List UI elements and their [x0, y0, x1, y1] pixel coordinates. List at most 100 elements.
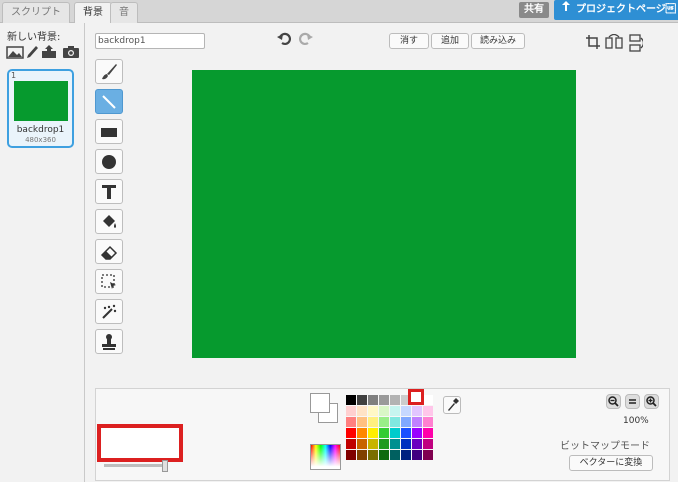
flip-horizontal-icon[interactable]: [605, 33, 623, 50]
project-page-label: プロジェクトページ: [576, 4, 676, 15]
text-icon: [102, 184, 116, 199]
color-swatches[interactable]: [310, 393, 338, 423]
fill-icon: [103, 214, 116, 228]
color-panel: 100% ビットマップモード ベクターに変換: [95, 388, 670, 481]
palette-color-cell[interactable]: [346, 428, 356, 438]
color-spectrum-button[interactable]: [310, 444, 341, 470]
upload-icon[interactable]: [41, 45, 59, 59]
palette-color-cell[interactable]: [346, 395, 356, 405]
palette-color-cell[interactable]: [368, 450, 378, 460]
fill-tool[interactable]: [95, 209, 123, 234]
project-page-button[interactable]: プロジェクトページ: [554, 0, 678, 20]
bitmap-mode-label: ビットマップモード: [560, 441, 650, 452]
eraser-tool[interactable]: [95, 239, 123, 264]
stamp-tool[interactable]: [95, 329, 123, 354]
flip-vertical-icon[interactable]: [627, 34, 645, 52]
palette-color-cell[interactable]: [357, 417, 367, 427]
line-icon: [102, 94, 116, 109]
paint-editor: 消す 追加 読み込み: [85, 23, 678, 482]
rectangle-tool[interactable]: [95, 119, 123, 144]
palette-color-cell[interactable]: [357, 450, 367, 460]
add-button[interactable]: 追加: [431, 33, 469, 49]
import-button[interactable]: 読み込み: [471, 33, 525, 49]
palette-color-cell[interactable]: [412, 439, 422, 449]
palette-color-cell[interactable]: [423, 450, 433, 460]
tab-sounds[interactable]: 音: [110, 2, 138, 23]
palette-color-cell[interactable]: [368, 439, 378, 449]
palette-color-cell[interactable]: [368, 417, 378, 427]
convert-to-vector-button[interactable]: ベクターに変換: [569, 455, 653, 471]
palette-color-cell[interactable]: [368, 406, 378, 416]
palette-color-cell[interactable]: [379, 439, 389, 449]
palette-color-cell[interactable]: [379, 450, 389, 460]
line-tool[interactable]: [95, 89, 123, 114]
tab-backdrops[interactable]: 背景: [74, 2, 112, 23]
palette-color-cell[interactable]: [346, 417, 356, 427]
backdrop-name-input[interactable]: [95, 33, 205, 49]
palette-color-cell[interactable]: [401, 406, 411, 416]
clear-button[interactable]: 消す: [389, 33, 429, 49]
palette-color-cell[interactable]: [379, 395, 389, 405]
palette-color-cell[interactable]: [346, 450, 356, 460]
palette-color-cell[interactable]: [423, 417, 433, 427]
crop-icon[interactable]: [585, 34, 601, 50]
palette-color-cell[interactable]: [346, 439, 356, 449]
palette-color-cell[interactable]: [401, 450, 411, 460]
ellipse-tool[interactable]: [95, 149, 123, 174]
palette-color-cell[interactable]: [390, 450, 400, 460]
backdrop-thumbnail[interactable]: 1 backdrop1 480x360: [7, 69, 74, 148]
palette-color-cell[interactable]: [412, 406, 422, 416]
zoom-reset-icon[interactable]: [625, 394, 640, 409]
selected-color-cell[interactable]: [408, 389, 424, 405]
palette-color-cell[interactable]: [412, 428, 422, 438]
palette-color-cell[interactable]: [412, 417, 422, 427]
palette-color-cell[interactable]: [357, 395, 367, 405]
palette-color-cell[interactable]: [401, 428, 411, 438]
palette-color-cell[interactable]: [390, 395, 400, 405]
drawing-canvas[interactable]: [192, 70, 576, 358]
share-button[interactable]: 共有: [519, 2, 549, 18]
switch-arrows-icon: [558, 0, 574, 20]
palette-color-cell[interactable]: [423, 439, 433, 449]
remove-background-tool[interactable]: [95, 299, 123, 324]
choose-library-icon[interactable]: [6, 45, 24, 59]
palette-color-cell[interactable]: [357, 428, 367, 438]
backdrop-preview: [14, 81, 68, 121]
zoom-in-icon[interactable]: [644, 394, 659, 409]
new-backdrop-label: 新しい背景:: [7, 32, 61, 43]
brush-size-slider[interactable]: [104, 464, 168, 467]
undo-icon[interactable]: [277, 32, 291, 46]
eyedropper-icon: [448, 398, 459, 411]
palette-color-cell[interactable]: [379, 417, 389, 427]
palette-color-cell[interactable]: [390, 417, 400, 427]
text-tool[interactable]: [95, 179, 123, 204]
brush-size-preview: [97, 424, 183, 462]
palette-color-cell[interactable]: [368, 428, 378, 438]
zoom-out-icon[interactable]: [606, 394, 621, 409]
palette-color-cell[interactable]: [412, 450, 422, 460]
paintbrush-tool[interactable]: [95, 59, 123, 84]
palette-color-cell[interactable]: [390, 406, 400, 416]
primary-color-swatch[interactable]: [310, 393, 330, 413]
palette-color-cell[interactable]: [346, 406, 356, 416]
backdrop-name: backdrop1: [16, 125, 65, 135]
palette-color-cell[interactable]: [379, 428, 389, 438]
select-tool[interactable]: [95, 269, 123, 294]
palette-color-cell[interactable]: [379, 406, 389, 416]
palette-color-cell[interactable]: [423, 406, 433, 416]
palette-color-cell[interactable]: [390, 428, 400, 438]
tab-scripts[interactable]: スクリプト: [2, 2, 70, 23]
tab-bar: スクリプト 背景 音 共有 プロジェクトページ: [0, 0, 678, 23]
eyedropper-tool[interactable]: [443, 396, 461, 414]
palette-color-cell[interactable]: [401, 439, 411, 449]
brush-size-slider-knob[interactable]: [162, 460, 168, 472]
palette-color-cell[interactable]: [390, 439, 400, 449]
palette-color-cell[interactable]: [423, 428, 433, 438]
palette-color-cell[interactable]: [368, 395, 378, 405]
camera-icon[interactable]: [62, 45, 80, 59]
palette-color-cell[interactable]: [357, 406, 367, 416]
palette-color-cell[interactable]: [423, 395, 433, 405]
redo-icon[interactable]: [299, 32, 313, 46]
palette-color-cell[interactable]: [357, 439, 367, 449]
palette-color-cell[interactable]: [401, 417, 411, 427]
